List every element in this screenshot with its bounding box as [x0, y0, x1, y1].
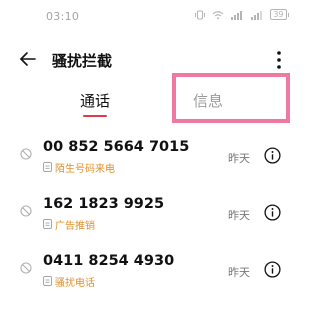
status-time: 03:10 — [46, 10, 80, 23]
wifi-icon — [212, 10, 224, 19]
phone-number: 0411 8254 4930 — [43, 253, 175, 269]
status-icons: 39 — [194, 9, 289, 20]
block-icon — [20, 205, 32, 217]
tab-messages[interactable]: 信息 — [193, 90, 223, 111]
call-date: 昨天 — [228, 209, 250, 222]
app-bar: 骚扰拦截 — [0, 45, 301, 75]
signal-icon — [251, 10, 263, 20]
call-date: 昨天 — [228, 152, 250, 165]
vibrate-icon — [195, 10, 206, 19]
list-item[interactable]: 00 852 5664 7015 陌生号码来电 昨天 — [0, 128, 301, 185]
tag-wrap: 骚扰电话 — [43, 274, 95, 289]
blocked-calls-list: 00 852 5664 7015 陌生号码来电 昨天 162 1823 9925… — [0, 128, 301, 299]
more-vertical-icon[interactable] — [271, 49, 287, 71]
tag-icon — [43, 219, 52, 229]
status-bar: 03:10 39 — [0, 0, 301, 34]
info-icon[interactable] — [264, 147, 281, 164]
call-tag: 骚扰电话 — [55, 277, 95, 289]
list-item[interactable]: 0411 8254 4930 骚扰电话 昨天 — [0, 242, 301, 299]
phone-number: 162 1823 9925 — [43, 196, 165, 212]
call-tag: 广告推销 — [55, 220, 95, 232]
battery-icon: 39 — [270, 9, 289, 20]
page-title: 骚扰拦截 — [52, 52, 113, 70]
tab-bar: 通话 信息 — [0, 80, 301, 124]
block-icon — [20, 148, 32, 160]
screen: 03:10 39 骚扰拦截 通话 信息 00 852 5664 7015 陌生号… — [0, 0, 301, 332]
call-tag: 陌生号码来电 — [55, 163, 115, 175]
battery-level: 39 — [270, 9, 287, 20]
tag-icon — [43, 276, 52, 286]
tag-icon — [43, 162, 52, 172]
tag-wrap: 广告推销 — [43, 217, 95, 232]
list-item[interactable]: 162 1823 9925 广告推销 昨天 — [0, 185, 301, 242]
phone-number: 00 852 5664 7015 — [43, 139, 190, 155]
info-icon[interactable] — [264, 204, 281, 221]
block-icon — [20, 262, 32, 274]
signal-icon — [231, 10, 243, 20]
tab-calls[interactable]: 通话 — [80, 90, 110, 111]
back-arrow-icon[interactable] — [18, 49, 38, 69]
active-tab-indicator — [83, 115, 107, 117]
tag-wrap: 陌生号码来电 — [43, 160, 115, 175]
info-icon[interactable] — [264, 261, 281, 278]
call-date: 昨天 — [228, 266, 250, 279]
